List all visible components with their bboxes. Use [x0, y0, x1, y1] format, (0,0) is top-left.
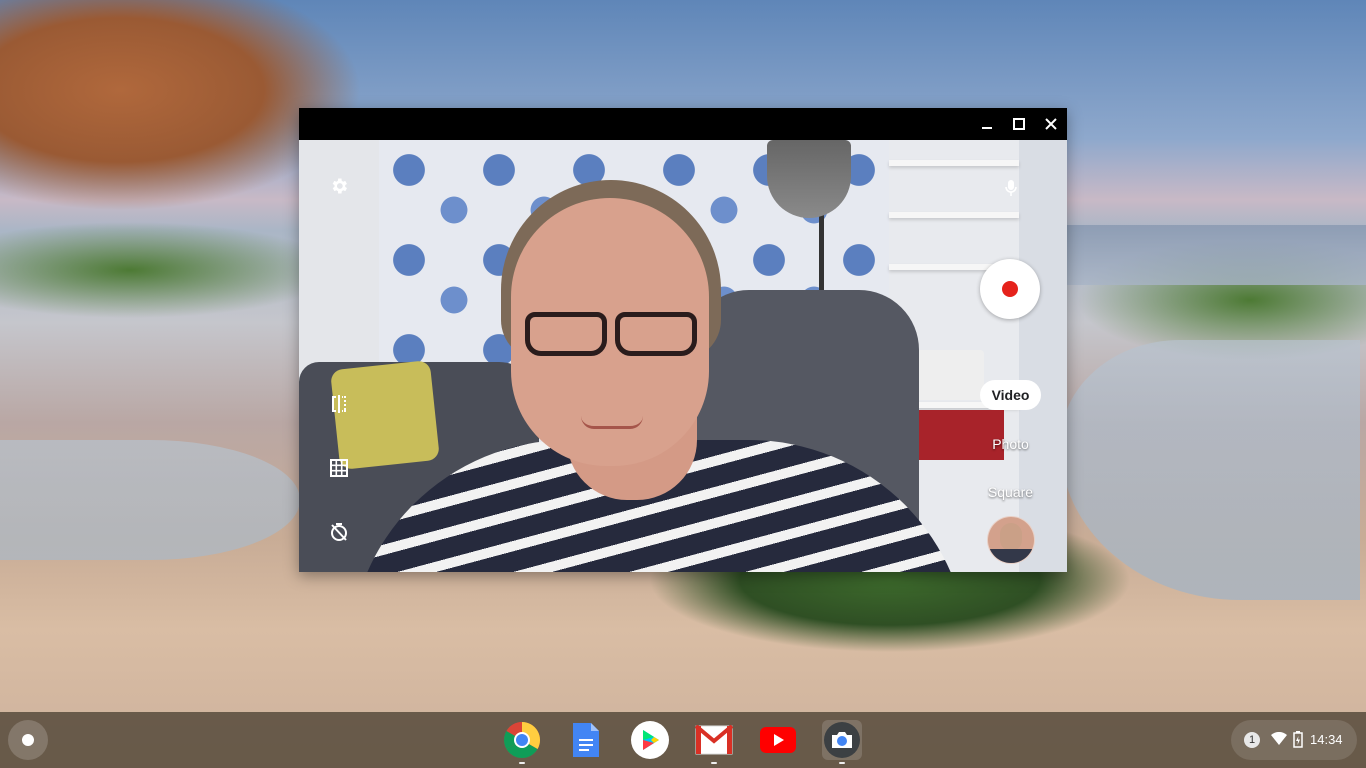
wallpaper-pool-left [0, 440, 300, 560]
grid-icon[interactable] [327, 456, 351, 480]
microphone-icon[interactable] [999, 176, 1023, 200]
mode-video[interactable]: Video [980, 380, 1041, 410]
timer-off-icon[interactable] [327, 520, 351, 544]
gallery-thumbnail[interactable] [987, 516, 1035, 564]
clock: 14:34 [1310, 732, 1343, 747]
mirror-icon[interactable] [327, 392, 351, 416]
notification-badge: 1 [1244, 732, 1260, 748]
chrome-icon[interactable] [502, 720, 542, 760]
play-store-icon[interactable] [630, 720, 670, 760]
launcher-button[interactable] [8, 720, 48, 760]
mode-square[interactable]: Square [980, 484, 1041, 500]
glasses-lens-left [525, 312, 607, 356]
wifi-icon [1271, 731, 1287, 751]
launcher-icon [22, 734, 34, 746]
scene-red-box [904, 410, 1004, 460]
camera-running-indicator [839, 762, 845, 764]
maximize-icon[interactable] [1009, 114, 1029, 134]
chrome-running-indicator [519, 762, 525, 764]
scene-shelf-board [889, 160, 1019, 166]
camera-icon[interactable] [822, 720, 862, 760]
glasses-lens-right [615, 312, 697, 356]
shelf [0, 712, 1366, 768]
gmail-icon[interactable] [694, 720, 734, 760]
gmail-running-indicator [711, 762, 717, 764]
status-tray[interactable]: 1 14:34 [1231, 720, 1357, 760]
thumbnail-face [1000, 523, 1022, 551]
camera-app-window: Video Photo Square [299, 108, 1067, 572]
scene-shelf-board [889, 212, 1019, 218]
minimize-icon[interactable] [977, 114, 997, 134]
settings-icon[interactable] [327, 174, 351, 198]
youtube-icon[interactable] [758, 720, 798, 760]
docs-icon[interactable] [566, 720, 606, 760]
person-glasses [511, 312, 709, 356]
thumbnail-body [988, 549, 1034, 563]
battery-icon [1293, 731, 1303, 753]
mode-photo[interactable]: Photo [980, 436, 1041, 452]
wallpaper-sea [1060, 225, 1366, 285]
person-mouth [581, 416, 643, 429]
camera-viewfinder: Video Photo Square [299, 140, 1067, 572]
record-dot-icon [1002, 281, 1018, 297]
close-icon[interactable] [1041, 114, 1061, 134]
window-titlebar[interactable] [299, 108, 1067, 140]
record-button[interactable] [980, 259, 1040, 319]
